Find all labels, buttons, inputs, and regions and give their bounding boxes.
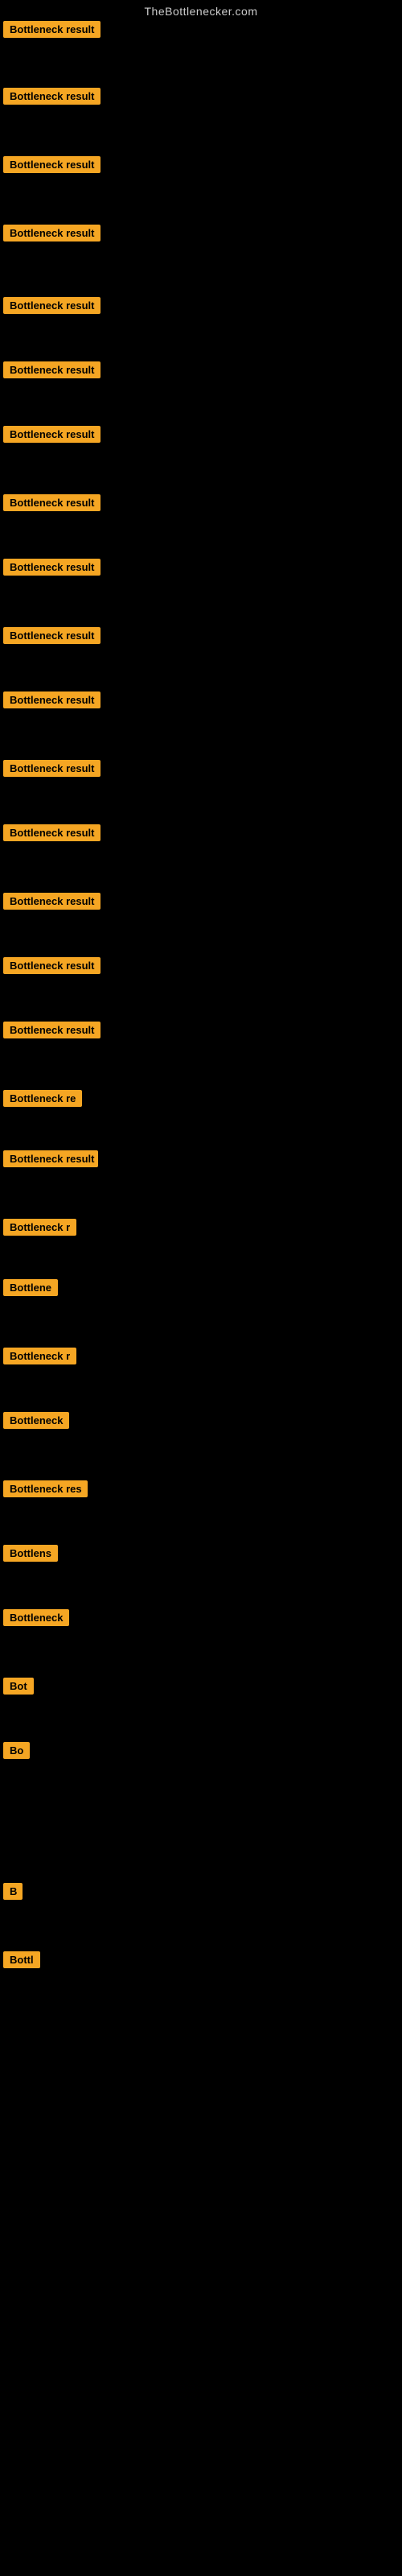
bottleneck-label: Bottleneck result	[3, 494, 100, 511]
bottleneck-label: Bottleneck result	[3, 760, 100, 777]
bottleneck-label: Bottlens	[3, 1545, 58, 1562]
bottleneck-label: Bottleneck result	[3, 21, 100, 38]
bottleneck-item: Bottleneck re	[3, 1090, 82, 1111]
bottleneck-item: Bottleneck result	[3, 21, 100, 42]
bottleneck-item: Bottleneck result	[3, 1022, 100, 1042]
bottleneck-label: Bottleneck result	[3, 1150, 98, 1167]
bottleneck-item: Bottleneck result	[3, 627, 100, 648]
bottleneck-label: Bottl	[3, 1951, 40, 1968]
bottleneck-label: Bottleneck result	[3, 361, 100, 378]
bottleneck-label: Bottleneck result	[3, 156, 100, 173]
bottleneck-item: Bottleneck result	[3, 297, 100, 318]
bottleneck-label: Bottleneck result	[3, 1022, 100, 1038]
bottleneck-label: Bo	[3, 1742, 30, 1759]
bottleneck-label: Bottleneck result	[3, 426, 100, 443]
bottleneck-label: Bottleneck r	[3, 1219, 76, 1236]
bottleneck-label: Bot	[3, 1678, 34, 1695]
bottleneck-item: Bottleneck result	[3, 426, 100, 447]
bottleneck-label: Bottleneck result	[3, 297, 100, 314]
bottleneck-label: Bottleneck	[3, 1609, 69, 1626]
bottleneck-item: Bottleneck	[3, 1412, 69, 1433]
bottleneck-item: Bottleneck result	[3, 691, 100, 712]
bottleneck-item: Bottleneck result	[3, 824, 100, 845]
bottleneck-item: B	[3, 1883, 23, 1904]
bottleneck-label: Bottlene	[3, 1279, 58, 1296]
bottleneck-item: Bottleneck result	[3, 361, 100, 382]
bottleneck-item: Bottleneck result	[3, 1150, 98, 1171]
bottleneck-label: Bottleneck result	[3, 957, 100, 974]
bottleneck-item: Bottleneck result	[3, 225, 100, 246]
bottleneck-item: Bottleneck result	[3, 88, 100, 109]
bottleneck-item: Bottlens	[3, 1545, 58, 1566]
bottleneck-item: Bottleneck res	[3, 1480, 88, 1501]
bottleneck-label: Bottleneck result	[3, 559, 100, 576]
bottleneck-item: Bottleneck result	[3, 559, 100, 580]
bottleneck-label: Bottleneck res	[3, 1480, 88, 1497]
bottleneck-item: Bottleneck r	[3, 1219, 76, 1240]
bottleneck-item: Bottlene	[3, 1279, 58, 1300]
bottleneck-label: Bottleneck re	[3, 1090, 82, 1107]
bottleneck-item: Bottleneck r	[3, 1348, 76, 1368]
bottleneck-item: Bottl	[3, 1951, 40, 1972]
bottleneck-item: Bo	[3, 1742, 30, 1763]
site-title: TheBottlenecker.com	[0, 0, 402, 21]
bottleneck-item: Bottleneck result	[3, 760, 100, 781]
bottleneck-label: Bottleneck	[3, 1412, 69, 1429]
bottleneck-item: Bottleneck result	[3, 957, 100, 978]
items-container: Bottleneck result Bottleneck result Bottle…	[0, 21, 402, 2557]
bottleneck-label: Bottleneck result	[3, 88, 100, 105]
bottleneck-label: Bottleneck result	[3, 627, 100, 644]
bottleneck-item: Bottleneck	[3, 1609, 69, 1630]
bottleneck-item: Bottleneck result	[3, 156, 100, 177]
bottleneck-label: Bottleneck result	[3, 225, 100, 242]
bottleneck-label: Bottleneck result	[3, 824, 100, 841]
bottleneck-label: Bottleneck r	[3, 1348, 76, 1364]
bottleneck-item: Bot	[3, 1678, 34, 1699]
bottleneck-label: B	[3, 1883, 23, 1900]
bottleneck-item: Bottleneck result	[3, 893, 100, 914]
bottleneck-item: Bottleneck result	[3, 494, 100, 515]
bottleneck-label: Bottleneck result	[3, 893, 100, 910]
bottleneck-label: Bottleneck result	[3, 691, 100, 708]
